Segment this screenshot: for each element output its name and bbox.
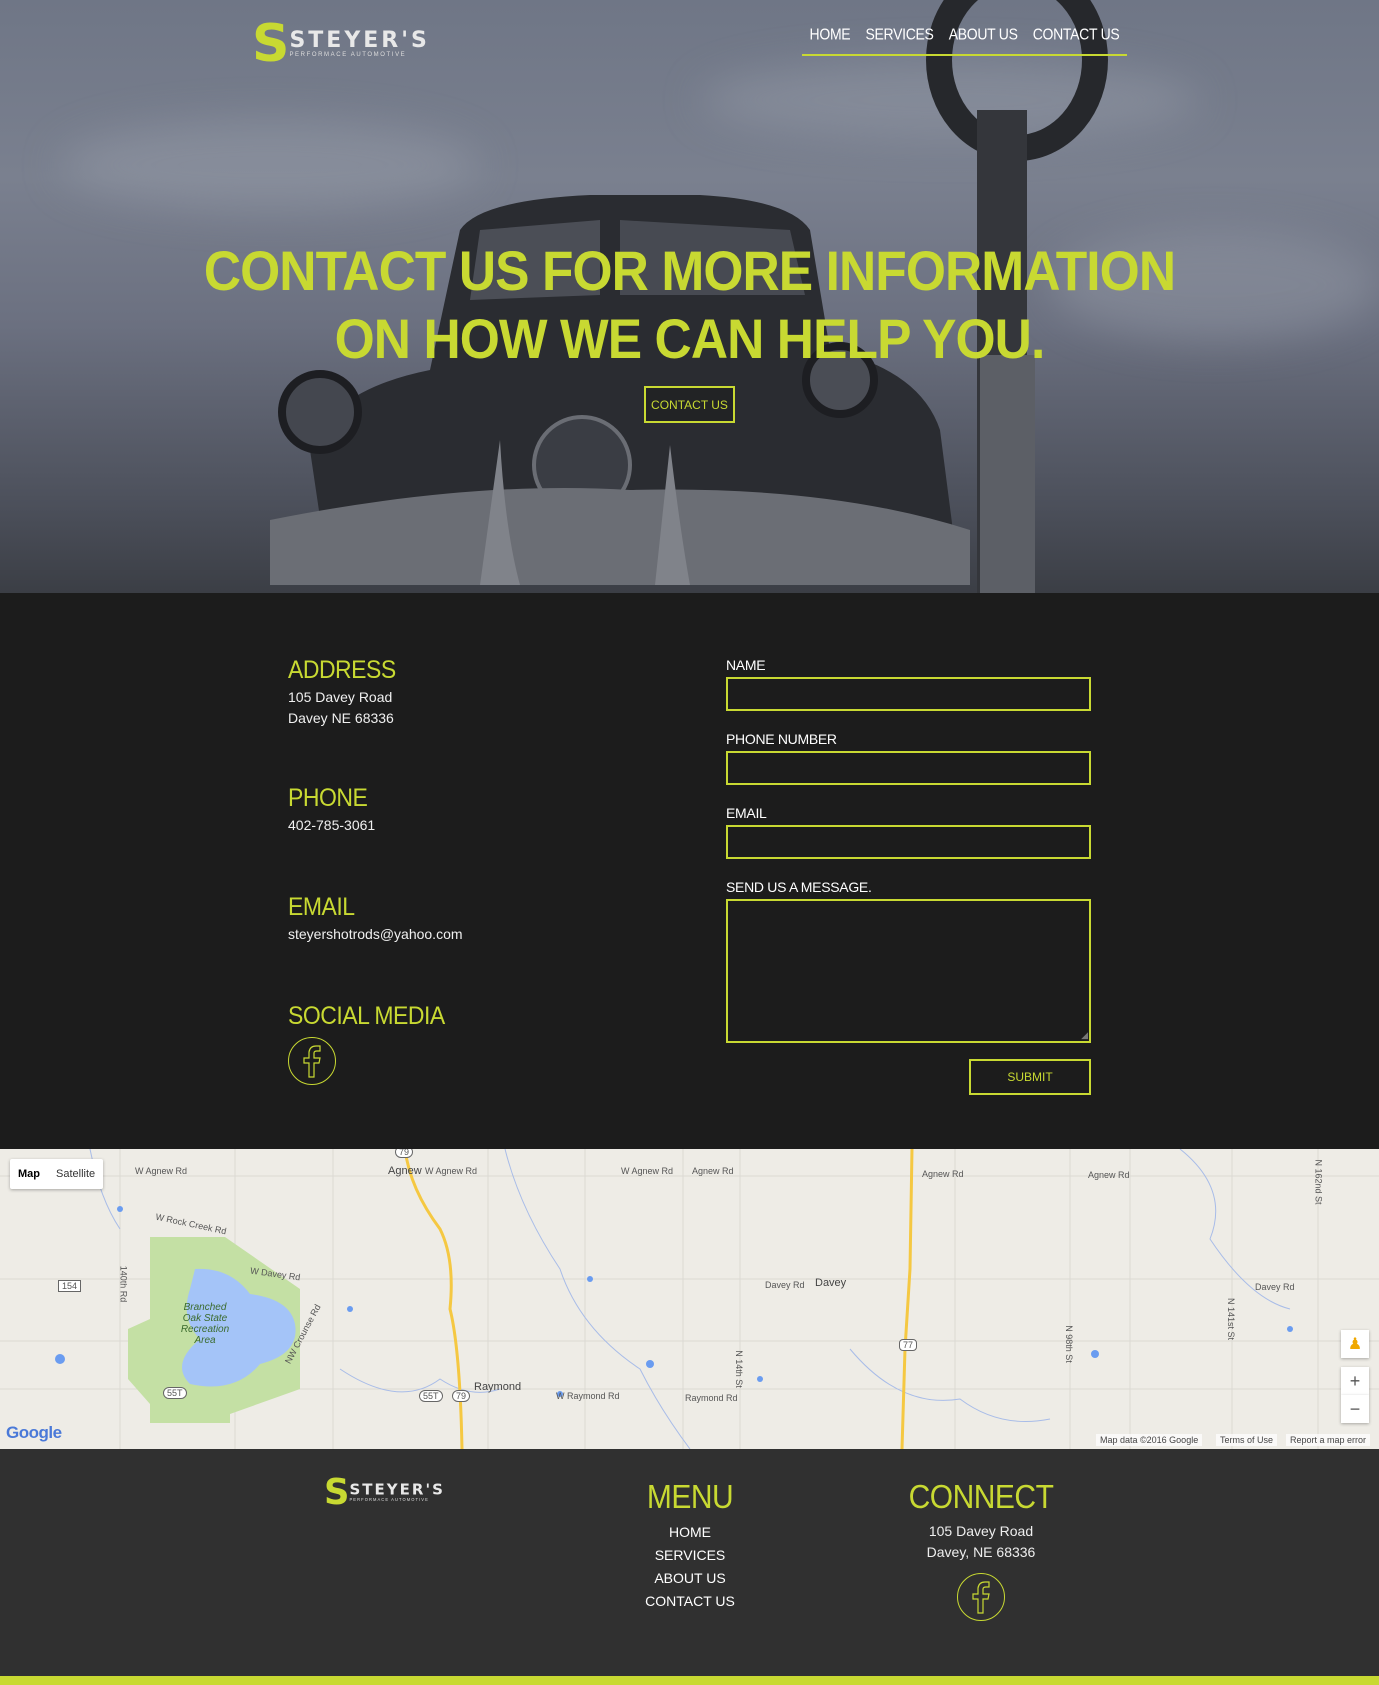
nav-contact-us[interactable]: CONTACT US — [1033, 25, 1120, 43]
map-terms-link[interactable]: Terms of Use — [1216, 1434, 1278, 1446]
main-nav: HOME SERVICES ABOUT US CONTACT US — [802, 25, 1127, 56]
footer-facebook-icon[interactable] — [957, 1573, 1005, 1621]
map-road-label: W Raymond Rd — [556, 1391, 620, 1401]
phone-heading: PHONE — [288, 782, 368, 812]
footer-accent-bar — [0, 1676, 1379, 1685]
map-road-label: N 162nd St — [1313, 1159, 1324, 1205]
footer-brand-logo[interactable]: S STEYER'S PERFORMACE AUTOMOTIVE — [324, 1475, 445, 1510]
phone-field[interactable] — [726, 751, 1091, 785]
map-road-label: N 98th St — [1063, 1325, 1074, 1363]
highway-shield: 79 — [452, 1390, 471, 1402]
map-town-label: Davey — [815, 1277, 847, 1289]
address-heading: ADDRESS — [288, 654, 396, 684]
email-field[interactable] — [726, 825, 1091, 859]
footer-menu-heading: MENU — [646, 1479, 734, 1516]
nav-services[interactable]: SERVICES — [865, 25, 933, 43]
map-road-label: N 14th St — [733, 1350, 744, 1388]
footer-menu-contact-us[interactable]: CONTACT US — [600, 1590, 780, 1613]
highway-shield: 79 — [395, 1149, 414, 1158]
phone-label: PHONE NUMBER — [726, 731, 837, 747]
map-road-label: Agnew Rd — [922, 1169, 964, 1179]
highway-shield: 55T — [419, 1390, 443, 1402]
map-town-label: Agnew — [388, 1165, 422, 1177]
map-road-label: 140th Rd — [118, 1265, 129, 1303]
map-road-label: W Agnew Rd — [135, 1166, 188, 1176]
hero-headline: CONTACT US FOR MORE INFORMATION ON HOW W… — [55, 237, 1324, 373]
address-block: ADDRESS 105 Davey Road Davey NE 68336 — [288, 654, 396, 729]
map-road-label: Agnew Rd — [1088, 1170, 1130, 1180]
email-label: EMAIL — [726, 805, 767, 821]
zoom-out-button[interactable]: − — [1341, 1395, 1369, 1423]
hero-section: S STEYER'S PERFORMACE AUTOMOTIVE HOME SE… — [0, 0, 1379, 593]
google-map[interactable]: Map Satellite Agnew Davey Raymond Branch… — [0, 1149, 1379, 1449]
map-road-label: Davey Rd — [765, 1280, 805, 1290]
footer-logo-tagline: PERFORMACE AUTOMOTIVE — [349, 1498, 429, 1503]
footer-menu: MENU HOME SERVICES ABOUT US CONTACT US — [600, 1479, 780, 1613]
resize-handle-icon[interactable]: ◢ — [1081, 1030, 1088, 1041]
map-type-satellite-button[interactable]: Satellite — [48, 1159, 103, 1189]
email-heading: EMAIL — [288, 891, 355, 921]
map-road-label: Raymond Rd — [685, 1393, 738, 1403]
hero-headline-line2: ON HOW WE CAN HELP YOU. — [334, 307, 1046, 370]
contact-form: NAME PHONE NUMBER EMAIL SEND US A MESSAG… — [726, 657, 1091, 1043]
footer-menu-services[interactable]: SERVICES — [600, 1544, 780, 1567]
logo-name: STEYER'S — [289, 28, 430, 53]
logo-s-mark: S — [252, 14, 289, 74]
footer-logo-name: STEYER'S — [349, 1481, 445, 1499]
map-canvas[interactable] — [0, 1149, 1379, 1449]
map-data-attribution: Map data ©2016 Google — [1096, 1434, 1203, 1446]
map-road-label: N 141st St — [1226, 1297, 1237, 1341]
highway-shield: 77 — [899, 1339, 918, 1351]
map-type-map-button[interactable]: Map — [10, 1159, 48, 1189]
social-heading: SOCIAL MEDIA — [288, 1000, 445, 1030]
nav-about-us[interactable]: ABOUT US — [949, 25, 1018, 43]
map-type-control: Map Satellite — [10, 1159, 104, 1189]
map-road-label: W Agnew Rd — [621, 1166, 674, 1176]
footer-menu-about-us[interactable]: ABOUT US — [600, 1567, 780, 1590]
email-block: EMAIL steyershotrods@yahoo.com — [288, 891, 463, 945]
phone-number[interactable]: 402-785-3061 — [288, 815, 375, 836]
hero-contact-button[interactable]: CONTACT US — [644, 386, 735, 423]
name-label: NAME — [726, 657, 766, 673]
phone-block: PHONE 402-785-3061 — [288, 782, 375, 836]
facebook-icon[interactable] — [288, 1037, 336, 1085]
map-road-label: W Agnew Rd — [425, 1166, 478, 1176]
map-park-label: Branched Oak State Recreation Area — [180, 1302, 230, 1346]
footer-connect: CONNECT 105 Davey Road Davey, NE 68336 — [880, 1479, 1082, 1621]
footer-logo-s-mark: S — [324, 1472, 349, 1514]
nav-home[interactable]: HOME — [810, 25, 851, 43]
highway-shield: 154 — [58, 1280, 82, 1292]
address-line1: 105 Davey Road — [288, 689, 393, 705]
google-logo[interactable]: Google — [6, 1423, 62, 1443]
map-road-label: Agnew Rd — [692, 1166, 734, 1176]
highway-shield: 55T — [163, 1387, 187, 1399]
submit-button[interactable]: SUBMIT — [969, 1059, 1091, 1095]
social-block: SOCIAL MEDIA — [288, 1000, 445, 1085]
street-view-pegman-icon[interactable]: ♟ — [1341, 1330, 1369, 1358]
logo-tagline: PERFORMACE AUTOMOTIVE — [289, 52, 407, 58]
footer-address-line2: Davey, NE 68336 — [926, 1544, 1036, 1560]
email-address[interactable]: steyershotrods@yahoo.com — [288, 924, 463, 945]
name-field[interactable] — [726, 677, 1091, 711]
brand-logo[interactable]: S STEYER'S PERFORMACE AUTOMOTIVE — [252, 18, 430, 70]
message-textarea[interactable]: ◢ — [726, 899, 1091, 1043]
hero-headline-line1: CONTACT US FOR MORE INFORMATION — [203, 239, 1176, 302]
map-road-label: Davey Rd — [1255, 1282, 1295, 1292]
footer-menu-home[interactable]: HOME — [600, 1521, 780, 1544]
contact-section: ADDRESS 105 Davey Road Davey NE 68336 PH… — [0, 593, 1379, 1149]
address-line2: Davey NE 68336 — [288, 710, 394, 726]
site-footer: S STEYER'S PERFORMACE AUTOMOTIVE MENU HO… — [0, 1449, 1379, 1685]
zoom-in-button[interactable]: + — [1341, 1367, 1369, 1395]
message-label: SEND US A MESSAGE. — [726, 879, 872, 895]
map-report-error-link[interactable]: Report a map error — [1286, 1434, 1371, 1446]
map-town-label: Raymond — [474, 1381, 522, 1393]
footer-address-line1: 105 Davey Road — [928, 1523, 1034, 1539]
footer-connect-heading: CONNECT — [908, 1479, 1054, 1516]
